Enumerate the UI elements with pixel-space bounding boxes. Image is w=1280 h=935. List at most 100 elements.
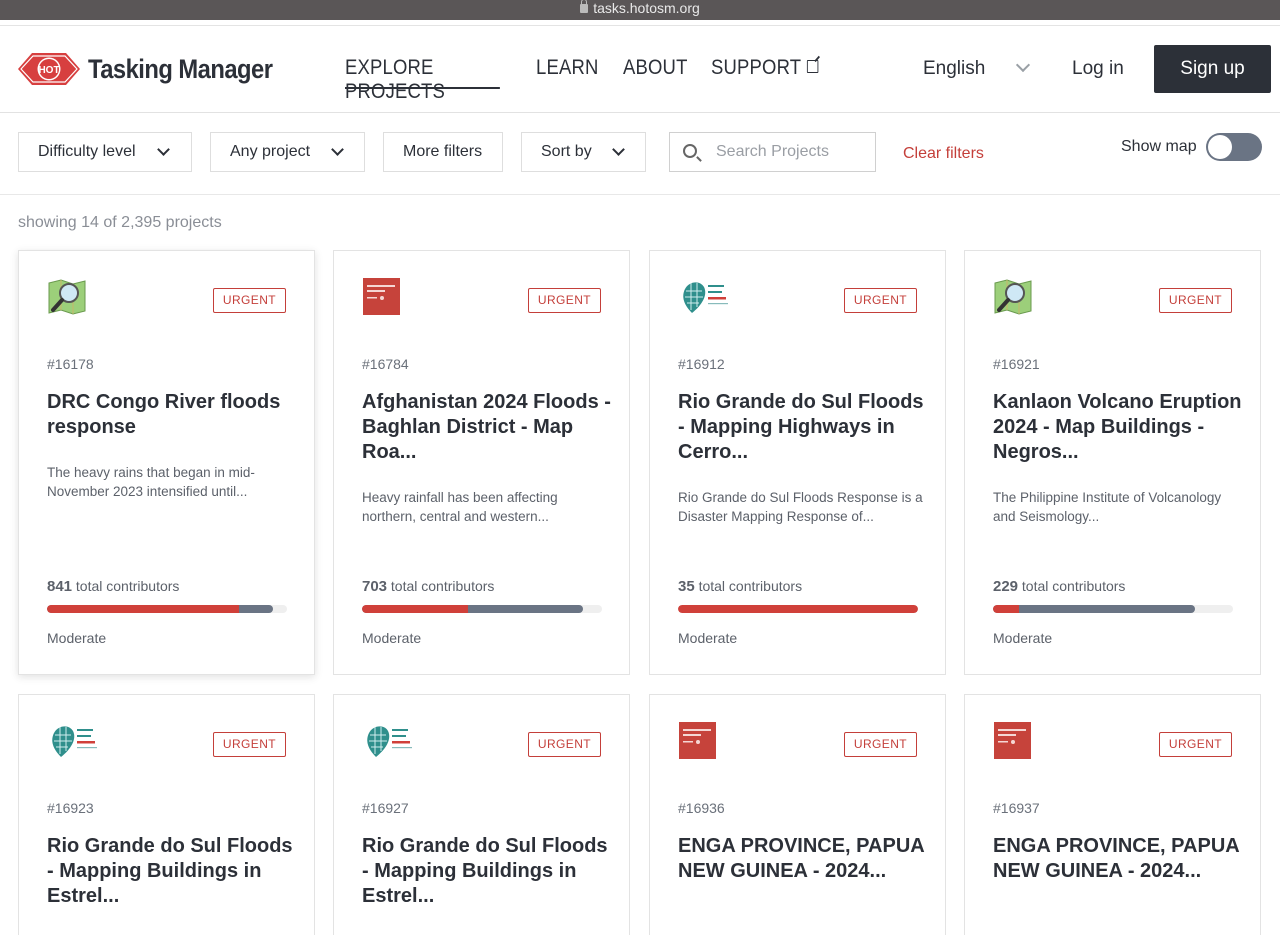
project-id: #16927 — [362, 800, 409, 816]
project-title[interactable]: ENGA PROVINCE, PAPUA NEW GUINEA - 2024..… — [678, 834, 928, 884]
toggle-knob — [1208, 135, 1232, 159]
clear-filters-link[interactable]: Clear filters — [903, 145, 984, 163]
contributors-number: 35 — [678, 578, 695, 595]
project-id: #16937 — [993, 800, 1040, 816]
project-filter-label: Any project — [230, 143, 311, 160]
project-title[interactable]: Rio Grande do Sul Floods - Mapping Highw… — [678, 390, 928, 465]
contributors-count: 35 total contributors — [678, 578, 802, 595]
project-card[interactable]: URGENT #16937 ENGA PROVINCE, PAPUA NEW GUI… — [964, 694, 1261, 935]
browser-url-bar[interactable]: tasks.hotosm.org — [0, 0, 1280, 20]
hub-de-mapeo-abierto-logo — [678, 277, 738, 317]
project-title[interactable]: Rio Grande do Sul Floods - Mapping Build… — [362, 834, 612, 909]
nav-explore-projects[interactable]: EXPLORE PROJECTS — [345, 56, 500, 104]
project-card[interactable]: URGENT #16936 ENGA PROVINCE, PAPUA NEW GUI… — [649, 694, 946, 935]
difficulty-label: Moderate — [362, 630, 422, 646]
sort-by-dropdown[interactable]: Sort by — [521, 132, 646, 172]
urgent-badge: URGENT — [527, 732, 601, 757]
filter-bar: Difficulty level Any project More filter… — [0, 114, 1280, 195]
language-selector[interactable]: English — [923, 58, 985, 80]
urgent-badge: URGENT — [527, 288, 601, 313]
contributors-label: total contributors — [390, 578, 495, 594]
hub-de-mapeo-abierto-logo — [362, 721, 422, 761]
search-icon — [683, 144, 697, 158]
project-title[interactable]: ENGA PROVINCE, PAPUA NEW GUINEA - 2024..… — [993, 834, 1243, 884]
progress-bar — [678, 605, 918, 613]
contributors-number: 229 — [993, 578, 1019, 595]
signup-button[interactable]: Sign up — [1154, 45, 1271, 93]
difficulty-label: Moderate — [678, 630, 738, 646]
urgent-badge: URGENT — [1158, 288, 1232, 313]
chevron-down-icon[interactable] — [1015, 57, 1031, 73]
project-description: Heavy rainfall has been affecting northe… — [362, 490, 558, 524]
login-link[interactable]: Log in — [1072, 58, 1124, 80]
mapped-progress — [993, 605, 1019, 613]
project-id: #16923 — [47, 800, 94, 816]
contributors-number: 703 — [362, 578, 388, 595]
difficulty-filter[interactable]: Difficulty level — [18, 132, 192, 172]
nav-support[interactable]: SUPPORT — [711, 56, 818, 80]
project-card[interactable]: URGENT #16178 DRC Congo River floods respo… — [18, 250, 315, 675]
project-description: Rio Grande do Sul Floods Response is a D… — [678, 490, 923, 524]
urgent-badge: URGENT — [843, 288, 917, 313]
logo-text: HOT — [38, 65, 59, 76]
results-count: showing 14 of 2,395 projects — [18, 214, 222, 231]
mapped-progress — [362, 605, 468, 613]
url-text: tasks.hotosm.org — [593, 0, 700, 16]
project-id: #16921 — [993, 356, 1040, 372]
project-description: The Philippine Institute of Volcanology … — [993, 490, 1222, 524]
difficulty-label: Moderate — [47, 630, 107, 646]
project-card[interactable]: URGENT #16927 Rio Grande do Sul Floods - M… — [333, 694, 630, 935]
open-mapping-hub-asia-pacific-logo — [993, 721, 1053, 761]
chevron-down-icon — [331, 143, 344, 156]
contributors-number: 841 — [47, 578, 73, 595]
map-magnifier-icon — [47, 277, 107, 317]
project-title[interactable]: Rio Grande do Sul Floods - Mapping Build… — [47, 834, 297, 909]
site-header: HOT Tasking Manager EXPLORE PROJECTS LEA… — [0, 26, 1280, 113]
progress-bar — [362, 605, 602, 613]
open-mapping-hub-asia-pacific-logo — [678, 721, 738, 761]
map-magnifier-icon — [993, 277, 1053, 317]
nav-learn[interactable]: LEARN — [536, 56, 599, 80]
urgent-badge: URGENT — [1158, 732, 1232, 757]
project-card[interactable]: URGENT #16921 Kanlaon Volcano Eruption 202… — [964, 250, 1261, 675]
difficulty-filter-label: Difficulty level — [38, 143, 136, 160]
external-link-icon — [806, 60, 818, 73]
contributors-count: 229 total contributors — [993, 578, 1125, 595]
urgent-badge: URGENT — [212, 288, 286, 313]
project-id: #16936 — [678, 800, 725, 816]
project-card[interactable]: URGENT #16912 Rio Grande do Sul Floods - M… — [649, 250, 946, 675]
project-filter[interactable]: Any project — [210, 132, 365, 172]
hot-logo[interactable]: HOT — [18, 49, 80, 89]
project-card[interactable]: URGENT #16784 Afghanistan 2024 Floods - Ba… — [333, 250, 630, 675]
show-map-toggle[interactable] — [1206, 133, 1262, 161]
project-title[interactable]: Kanlaon Volcano Eruption 2024 - Map Buil… — [993, 390, 1243, 465]
contributors-label: total contributors — [698, 578, 803, 594]
project-id: #16912 — [678, 356, 725, 372]
urgent-badge: URGENT — [212, 732, 286, 757]
chevron-down-icon — [612, 143, 625, 156]
search-input[interactable] — [716, 142, 866, 162]
progress-bar — [993, 605, 1233, 613]
contributors-label: total contributors — [1021, 578, 1126, 594]
progress-bar — [47, 605, 287, 613]
sort-by-label: Sort by — [541, 143, 592, 160]
project-card[interactable]: URGENT #16923 Rio Grande do Sul Floods - M… — [18, 694, 315, 935]
validated-progress — [993, 605, 1195, 613]
mapped-progress — [678, 605, 918, 613]
show-map-label: Show map — [1121, 138, 1197, 155]
search-box[interactable] — [669, 132, 876, 172]
project-title[interactable]: Afghanistan 2024 Floods - Baghlan Distri… — [362, 390, 612, 465]
chevron-down-icon — [157, 143, 170, 156]
brand-name[interactable]: Tasking Manager — [88, 54, 273, 85]
open-mapping-hub-asia-pacific-logo — [362, 277, 422, 317]
hub-de-mapeo-abierto-logo — [47, 721, 107, 761]
lock-icon — [580, 0, 589, 13]
contributors-label: total contributors — [75, 578, 180, 594]
nav-about[interactable]: ABOUT — [623, 56, 688, 80]
project-id: #16784 — [362, 356, 409, 372]
project-description: The heavy rains that began in mid-Novemb… — [47, 465, 255, 499]
project-title[interactable]: DRC Congo River floods response — [47, 390, 297, 440]
more-filters-button[interactable]: More filters — [383, 132, 503, 172]
urgent-badge: URGENT — [843, 732, 917, 757]
project-id: #16178 — [47, 356, 94, 372]
